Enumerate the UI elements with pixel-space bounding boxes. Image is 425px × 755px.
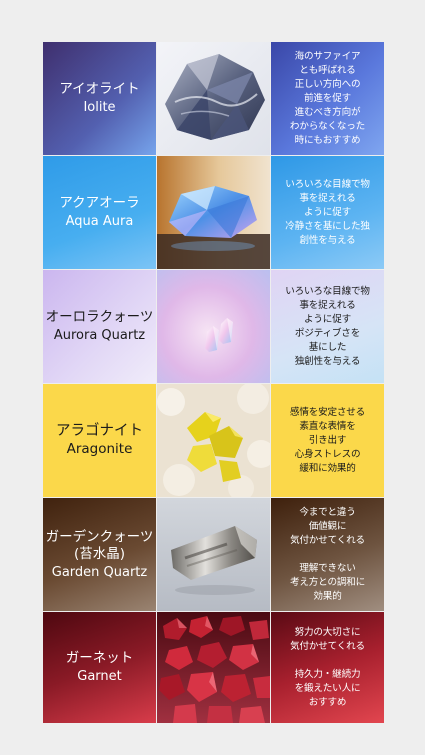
description-line: 基にした [308, 341, 347, 353]
description-line: 進むべき方向が [294, 106, 361, 118]
description-line: 独創性を与える [294, 355, 361, 367]
stone-name-jp: ガーネット [65, 650, 134, 666]
stone-name-jp: オーロラクォーツ [45, 309, 154, 325]
stone-name-cell: アラゴナイト Aragonite [43, 384, 156, 497]
description-line: 素直な表情を [299, 420, 356, 432]
iolite-photo [157, 42, 270, 155]
stone-name-en: Aragonite [66, 441, 133, 457]
description-line: 理解できない [299, 562, 356, 574]
description-line: 創性を与える [299, 234, 356, 246]
stone-row-iolite: アイオライト Iolite 海のサファイア とも呼ばれる 正しい方向への 前進を… [43, 42, 384, 155]
stone-description: いろいろな目線で物 事を捉えれる ように促す 冷静さを基にした独 創性を与える [271, 156, 384, 269]
stone-row-aragonite: アラゴナイト Aragonite 感情を安定させる 素直な表情を 引き出す 心身… [43, 384, 384, 497]
stone-description: いろいろな目線で物 事を捉えれる ように促す ポジティブさを 基にした 独創性を… [271, 270, 384, 383]
stone-name-cell: オーロラクォーツ Aurora Quartz [43, 270, 156, 383]
stone-name-jp: アクアオーラ [59, 195, 140, 211]
garnet-photo [157, 612, 270, 723]
description-line: 心身ストレスの [294, 448, 361, 460]
description-line: 事を捉えれる [299, 192, 356, 204]
description-line: 感情を安定させる [289, 406, 366, 418]
description-line: 価値観に [308, 520, 347, 532]
stone-name-cell: ガーデンクォーツ (苔水晶) Garden Quartz [43, 498, 156, 611]
description-line: 緩和に効果的 [299, 462, 356, 474]
stone-name-cell: ガーネット Garnet [43, 612, 156, 723]
stone-description: 努力の大切さに 気付かせてくれる 持久力・継続力 を鍛えたい人に おすすめ [271, 612, 384, 723]
aqua-aura-photo [157, 156, 270, 269]
description-line: 前進を促す [304, 92, 351, 104]
stone-row-aurora-quartz: オーロラクォーツ Aurora Quartz いろいろな目線で物 事を捉えれる … [43, 270, 384, 383]
stone-name-en: Aqua Aura [65, 214, 134, 229]
description-line: 時にもおすすめ [294, 134, 361, 146]
garden-quartz-photo [157, 498, 270, 611]
description-line: わからなくなった [289, 120, 366, 132]
stone-name-en: Garnet [77, 669, 122, 684]
description-line: 気付かせてくれる [290, 534, 365, 546]
description-line: 今までと違う [299, 506, 356, 518]
description-line: 事を捉えれる [299, 299, 356, 311]
description-line: 海のサファイア [294, 50, 361, 62]
description-line: とも呼ばれる [299, 64, 356, 76]
description-line: いろいろな目線で物 [285, 285, 370, 297]
stone-name-cell: アクアオーラ Aqua Aura [43, 156, 156, 269]
description-line: 引き出す [308, 434, 347, 446]
description-line: 考え方との調和に [289, 576, 366, 588]
description-line: 持久力・継続力 [294, 668, 361, 680]
stone-row-garden-quartz: ガーデンクォーツ (苔水晶) Garden Quartz 今までと違う 価値観に… [43, 498, 384, 611]
description-line: ように促す [304, 313, 351, 325]
description-line: を鍛えたい人に [294, 682, 361, 694]
stone-name-cell: アイオライト Iolite [43, 42, 156, 155]
stone-name-en: Garden Quartz [51, 564, 148, 580]
description-line: 気付かせてくれる [290, 640, 365, 652]
description-line: 効果的 [313, 590, 342, 602]
stone-row-aqua-aura: アクアオーラ Aqua Aura いろいろな目線で物 事を捉えれる ように促す … [43, 156, 384, 269]
stone-description: 海のサファイア とも呼ばれる 正しい方向への 前進を促す 進むべき方向が わから… [271, 42, 384, 155]
stone-row-garnet: ガーネット Garnet 努力の大切さに 気付かせてくれる 持久力・継続力 を鍛… [43, 612, 384, 723]
description-line: ように促す [304, 206, 351, 218]
stone-name-jp: ガーデンクォーツ [45, 528, 154, 545]
description-line: 努力の大切さに [294, 626, 361, 638]
aurora-quartz-photo [157, 270, 270, 383]
description-line: ポジティブさを [294, 327, 361, 339]
description-line: いろいろな目線で物 [285, 178, 370, 190]
stone-description: 今までと違う 価値観に 気付かせてくれる 理解できない 考え方との調和に 効果的 [271, 498, 384, 611]
stone-name-en: Aurora Quartz [53, 328, 146, 343]
description-line: 正しい方向への [294, 78, 361, 90]
stone-name-jp: アイオライト [59, 81, 140, 97]
stone-grid: アイオライト Iolite 海のサファイア とも呼ばれる 正しい方向への 前進を… [43, 42, 384, 723]
stone-name-jp-sub: (苔水晶) [73, 545, 126, 562]
stone-name-en: Iolite [83, 100, 116, 115]
stone-description: 感情を安定させる 素直な表情を 引き出す 心身ストレスの 緩和に効果的 [271, 384, 384, 497]
description-line: 冷静さを基にした独 [285, 220, 370, 232]
stone-name-jp: アラゴナイト [56, 423, 143, 439]
description-line: おすすめ [308, 696, 347, 708]
aragonite-photo [157, 384, 270, 497]
